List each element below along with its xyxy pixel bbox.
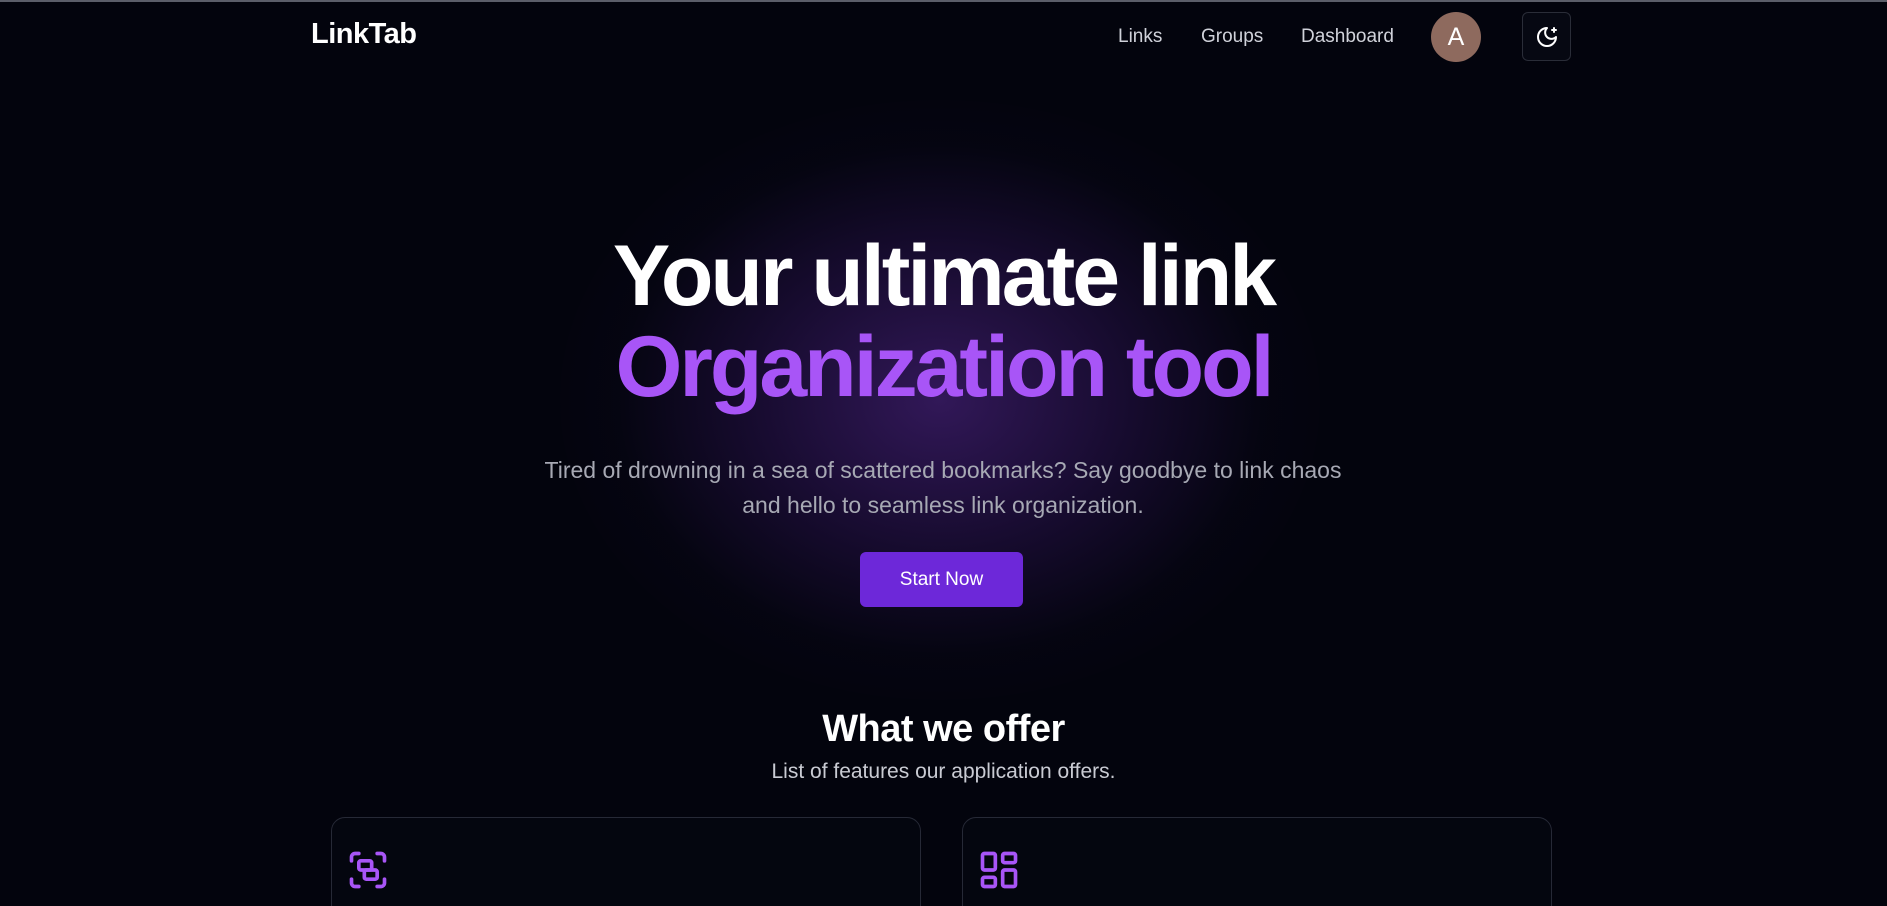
features-title: What we offer	[822, 708, 1065, 750]
window-top-border	[0, 0, 1887, 2]
moon-sparkle-icon	[1536, 26, 1557, 47]
landing-page: LinkTab Links Groups Dashboard A Your ul…	[0, 0, 1887, 906]
feature-card-dashboard	[962, 817, 1552, 906]
features-subtitle: List of features our application offers.	[771, 760, 1116, 783]
avatar-initial: A	[1447, 22, 1465, 51]
user-avatar[interactable]: A	[1431, 12, 1481, 62]
start-now-button[interactable]: Start Now	[860, 552, 1023, 607]
nav-link-links[interactable]: Links	[1118, 26, 1162, 48]
hero-title-line-2: Organization tool	[615, 319, 1274, 415]
brand-logo[interactable]: LinkTab	[311, 18, 417, 51]
group-links-icon	[349, 851, 387, 889]
hero-title-line-1: Your ultimate link	[612, 228, 1277, 324]
hero-subtitle: Tired of drowning in a sea of scattered …	[513, 453, 1373, 523]
feature-card-group-links	[331, 817, 921, 906]
theme-toggle-button[interactable]	[1522, 12, 1571, 61]
nav-link-groups[interactable]: Groups	[1201, 26, 1263, 48]
nav-link-dashboard[interactable]: Dashboard	[1301, 26, 1394, 48]
hero-subtitle-line-1: Tired of drowning in a sea of scattered …	[544, 457, 1342, 483]
layout-dashboard-icon	[980, 851, 1018, 889]
hero-subtitle-line-2: and hello to seamless link organization.	[742, 492, 1144, 518]
